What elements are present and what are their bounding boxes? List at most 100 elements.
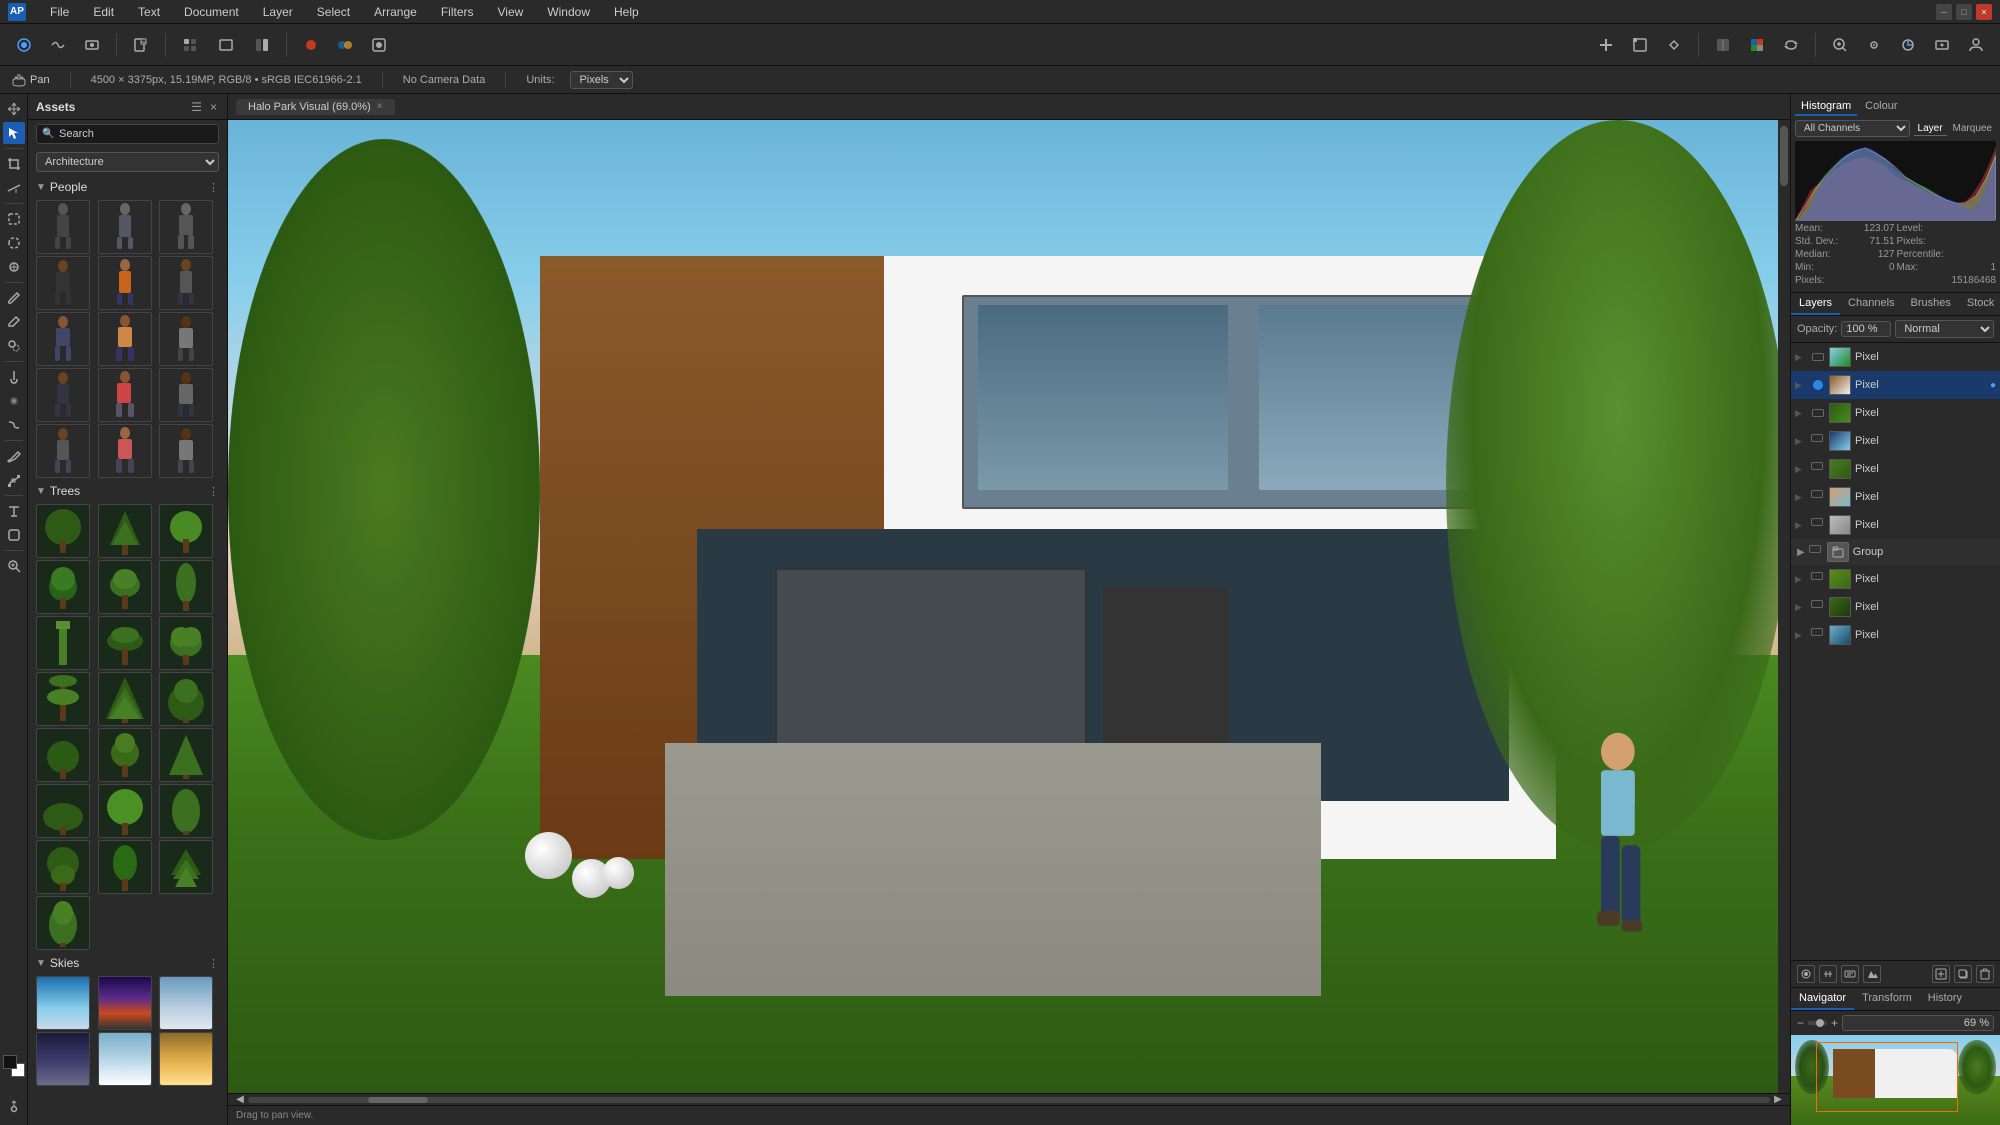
trees-menu-btn[interactable]: ⋮ [208, 485, 219, 498]
toolbar-sync[interactable] [1775, 30, 1807, 60]
layer-expand-11[interactable]: ▶ [1795, 630, 1807, 641]
list-item[interactable] [159, 504, 213, 558]
h-tab-marquee[interactable]: Marquee [1949, 122, 1996, 136]
layer-vis-icon-9[interactable] [1811, 572, 1825, 586]
toolbar-user[interactable] [1960, 30, 1992, 60]
list-item[interactable] [36, 728, 90, 782]
list-item[interactable] [36, 840, 90, 894]
list-item[interactable] [98, 1032, 152, 1086]
channel-select[interactable]: All Channels Red Green Blue [1795, 120, 1910, 137]
toolbar-macro[interactable] [1926, 30, 1958, 60]
layer-vis-icon-10[interactable] [1811, 600, 1825, 614]
h-tab-layer[interactable]: Layer [1914, 122, 1947, 136]
skies-category-header[interactable]: ▼ Skies ⋮ [28, 952, 227, 974]
list-item[interactable] [36, 896, 90, 950]
tool-brush[interactable] [3, 287, 25, 309]
list-item[interactable] [98, 560, 152, 614]
list-item[interactable] [36, 312, 90, 366]
layer-expand-2[interactable]: ▶ [1795, 380, 1807, 391]
menu-edit[interactable]: Edit [89, 3, 118, 21]
list-item[interactable] [36, 560, 90, 614]
category-select[interactable]: Architecture Nature People Urban [36, 152, 219, 172]
tool-node[interactable] [3, 469, 25, 491]
trees-category-header[interactable]: ▼ Trees ⋮ [28, 480, 227, 502]
list-item[interactable] [36, 368, 90, 422]
toolbar-view-mode-1[interactable] [174, 30, 206, 60]
layer-vis-icon-7[interactable] [1811, 518, 1825, 532]
menu-text[interactable]: Text [134, 3, 164, 21]
zoom-minus-btn[interactable]: − [1797, 1016, 1804, 1030]
tab-navigator[interactable]: Navigator [1791, 988, 1854, 1010]
toolbar-persona-develop[interactable] [76, 30, 108, 60]
table-row[interactable]: ▶ Pixel [1791, 343, 2000, 371]
zoom-plus-btn[interactable]: + [1831, 1016, 1838, 1030]
opacity-input[interactable] [1841, 321, 1891, 337]
list-item[interactable] [36, 784, 90, 838]
layer-expand-1[interactable]: ▶ [1795, 352, 1807, 363]
list-item[interactable] [159, 672, 213, 726]
canvas-tab-close[interactable]: × [377, 101, 383, 112]
tool-selection-free[interactable] [3, 232, 25, 254]
list-item[interactable] [159, 976, 213, 1030]
table-row[interactable]: ▶ Pixel [1791, 483, 2000, 511]
tab-history[interactable]: History [1920, 988, 1970, 1010]
table-row[interactable]: ▶ Pixel [1791, 427, 2000, 455]
people-category-header[interactable]: ▼ People ⋮ [28, 176, 227, 198]
tool-selection-rect[interactable] [3, 208, 25, 230]
list-item[interactable] [98, 784, 152, 838]
layer-vis-icon-group[interactable] [1809, 545, 1823, 559]
toolbar-constraints[interactable] [1658, 30, 1690, 60]
tab-stock[interactable]: Stock [1959, 293, 2000, 315]
window-close[interactable]: × [1976, 4, 1992, 20]
units-select[interactable]: Pixels Inches cm mm [570, 71, 633, 89]
table-row[interactable]: ▶ Group [1791, 539, 2000, 565]
tool-extras[interactable] [3, 1095, 25, 1117]
layer-expand-6[interactable]: ▶ [1795, 492, 1807, 503]
menu-select[interactable]: Select [313, 3, 354, 21]
list-item[interactable] [36, 1032, 90, 1086]
toolbar-view-split[interactable] [1707, 30, 1739, 60]
toolbar-mask[interactable] [363, 30, 395, 60]
list-item[interactable] [36, 424, 90, 478]
list-item[interactable] [98, 840, 152, 894]
list-item[interactable] [36, 672, 90, 726]
blend-mode-select[interactable]: Normal Multiply Screen Overlay [1895, 320, 1994, 338]
tab-channels[interactable]: Channels [1840, 293, 1902, 315]
menu-document[interactable]: Document [180, 3, 243, 21]
list-item[interactable] [98, 672, 152, 726]
list-item[interactable] [159, 200, 213, 254]
menu-window[interactable]: Window [543, 3, 594, 21]
list-item[interactable] [98, 504, 152, 558]
list-item[interactable] [36, 200, 90, 254]
list-item[interactable] [159, 728, 213, 782]
scroll-thumb[interactable] [368, 1097, 428, 1103]
toolbar-new[interactable] [125, 30, 157, 60]
menu-arrange[interactable]: Arrange [370, 3, 421, 21]
layer-vis-icon-6[interactable] [1811, 490, 1825, 504]
tool-eraser[interactable] [3, 311, 25, 333]
toolbar-blend[interactable] [329, 30, 361, 60]
menu-view[interactable]: View [494, 3, 528, 21]
list-item[interactable] [159, 616, 213, 670]
list-item[interactable] [159, 784, 213, 838]
people-menu-btn[interactable]: ⋮ [208, 181, 219, 194]
table-row[interactable]: ▶ Pixel ● [1791, 371, 2000, 399]
list-item[interactable] [159, 312, 213, 366]
window-minimize[interactable]: ─ [1936, 4, 1952, 20]
list-item[interactable] [98, 976, 152, 1030]
table-row[interactable]: ▶ Pixel [1791, 621, 2000, 649]
tool-shape[interactable] [3, 524, 25, 546]
assets-panel-close[interactable]: × [208, 98, 219, 116]
scroll-left-btn[interactable]: ◀ [232, 1094, 248, 1105]
list-item[interactable] [98, 616, 152, 670]
navigator-preview[interactable] [1791, 1035, 2000, 1125]
table-row[interactable]: ▶ Pixel [1791, 593, 2000, 621]
toolbar-transform[interactable] [1624, 30, 1656, 60]
tool-text[interactable] [3, 500, 25, 522]
tool-clone[interactable] [3, 335, 25, 357]
tool-move[interactable] [3, 98, 25, 120]
tool-zoom[interactable] [3, 555, 25, 577]
list-item[interactable] [36, 616, 90, 670]
window-maximize[interactable]: □ [1956, 4, 1972, 20]
table-row[interactable]: ▶ Pixel [1791, 511, 2000, 539]
